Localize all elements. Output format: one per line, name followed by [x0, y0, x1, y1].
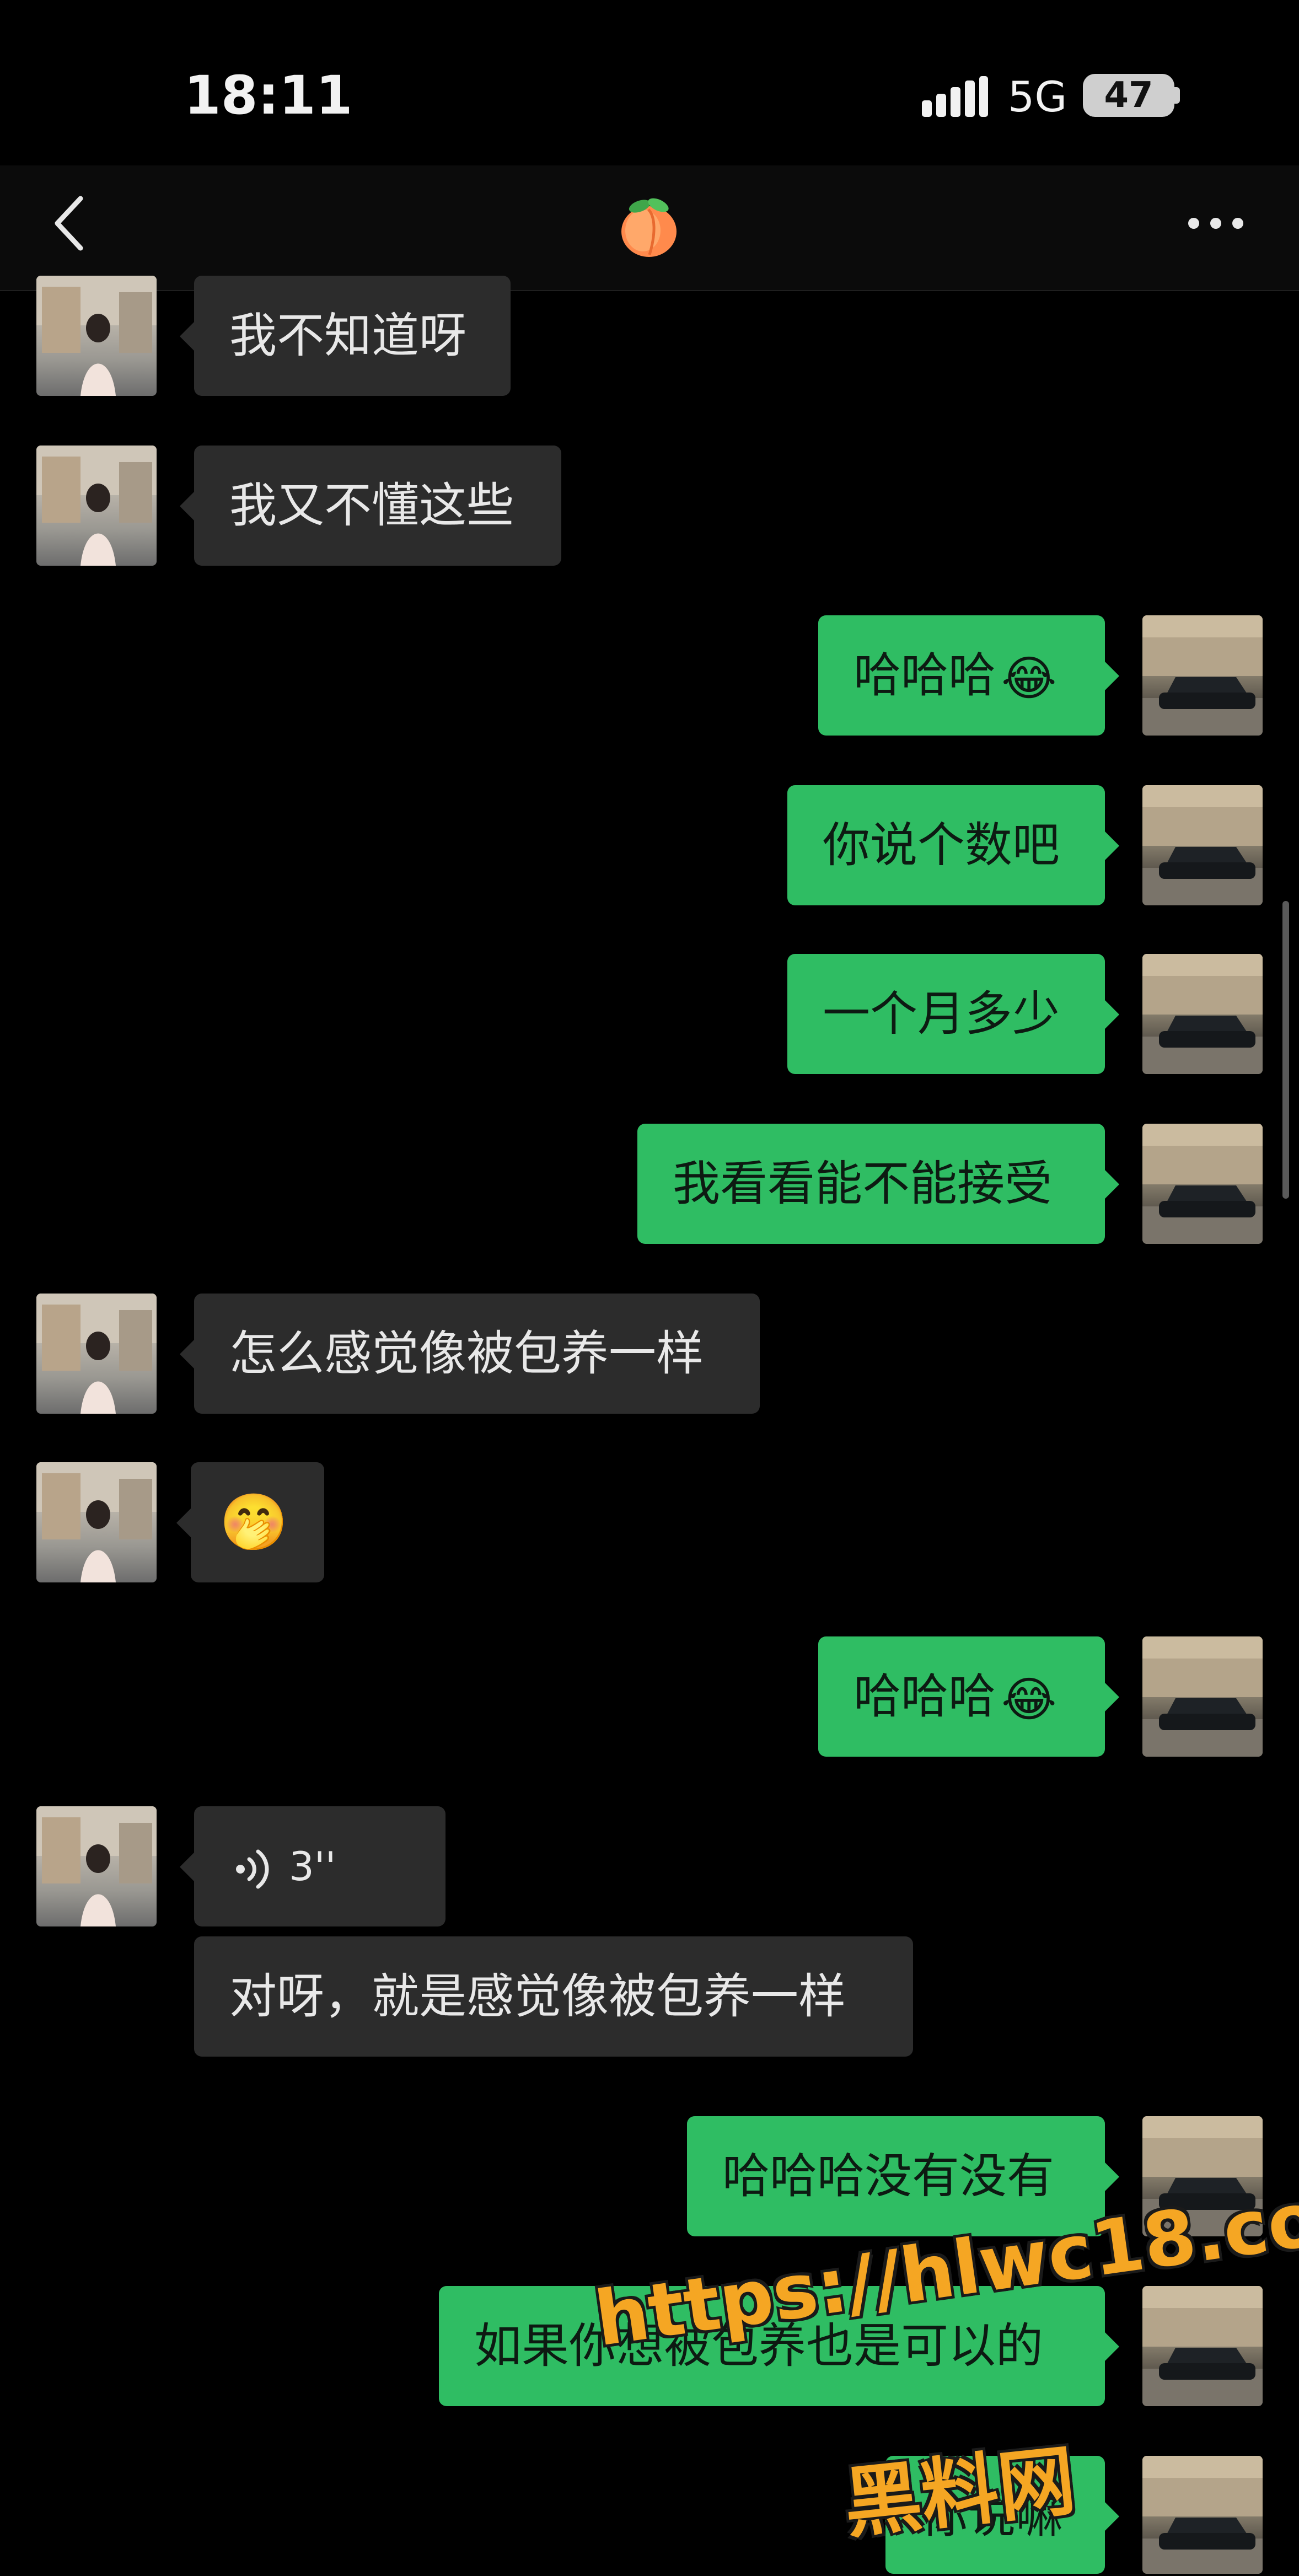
message-text: 哈哈哈 — [854, 1669, 996, 1724]
bubble-tail — [1105, 1170, 1119, 1199]
message-text: 我又不懂这些 — [229, 478, 514, 533]
contact-avatar[interactable] — [36, 1294, 157, 1414]
bubble-tail — [180, 322, 194, 351]
message-text: 哈哈哈没有没有 — [722, 2149, 1054, 2204]
chevron-left-icon[interactable] — [47, 193, 92, 254]
my-avatar[interactable] — [1142, 615, 1263, 736]
message-text: 对呀，就是感觉像被包养一样 — [229, 1969, 846, 2024]
contact-avatar[interactable] — [36, 446, 157, 566]
bubble-tail — [180, 1340, 194, 1368]
battery-tip — [1174, 87, 1180, 104]
message-bubble-incoming[interactable]: 对呀，就是感觉像被包养一样 — [194, 1936, 913, 2057]
scrollbar[interactable] — [1282, 901, 1289, 1199]
message-text: 我看看能不能接受 — [673, 1156, 1052, 1211]
bubble-tail — [1105, 2162, 1119, 2191]
more-dots-icon[interactable] — [1185, 210, 1246, 237]
contact-avatar[interactable] — [36, 276, 157, 396]
message-bubble-incoming[interactable]: 怎么感觉像被包养一样 — [194, 1294, 760, 1414]
my-avatar[interactable] — [1142, 1636, 1263, 1757]
message-bubble-outgoing[interactable]: 哈哈哈 😂 — [818, 615, 1105, 736]
bubble-tail — [1105, 2502, 1119, 2531]
peach-icon — [621, 198, 677, 257]
message-text: 一个月多少 — [823, 986, 1060, 1042]
my-avatar[interactable] — [1142, 2456, 1263, 2574]
message-bubble-incoming[interactable]: 我又不懂这些 — [194, 446, 561, 566]
bubble-tail — [1105, 1000, 1119, 1029]
voice-duration: 3'' — [289, 1843, 336, 1890]
contact-avatar[interactable] — [36, 1806, 157, 1926]
bubble-tail — [180, 1853, 194, 1881]
battery-indicator: 47 — [1083, 74, 1174, 117]
bubble-tail — [180, 492, 194, 520]
bubble-tail — [1105, 2332, 1119, 2361]
message-text: 我不知道呀 — [229, 308, 466, 363]
network-type: 5G — [1008, 72, 1067, 121]
message-text: 你说个数吧 — [823, 818, 1060, 873]
bubble-tail — [176, 1509, 191, 1537]
bubble-tail — [1105, 662, 1119, 690]
status-time: 18:11 — [184, 65, 353, 126]
message-bubble-outgoing[interactable]: 你说个数吧 — [787, 785, 1105, 905]
message-text: 哈哈哈 — [854, 648, 996, 703]
message-bubble-incoming[interactable]: 我不知道呀 — [194, 276, 511, 396]
laughing-tears-emoji: 😂 — [1001, 1672, 1057, 1727]
bubble-tail — [1105, 1683, 1119, 1711]
message-bubble-outgoing[interactable]: 哈哈哈 😂 — [818, 1636, 1105, 1757]
my-avatar[interactable] — [1142, 954, 1263, 1074]
voice-wave-icon — [236, 1849, 269, 1889]
hand-over-mouth-emoji: 🤭 — [219, 1490, 288, 1554]
my-avatar[interactable] — [1142, 2286, 1263, 2406]
laughing-tears-emoji: 😂 — [1001, 651, 1057, 706]
signal-strength-icon — [922, 76, 988, 117]
bubble-tail — [1105, 831, 1119, 860]
message-bubble-outgoing[interactable]: 我看看能不能接受 — [637, 1124, 1105, 1244]
my-avatar[interactable] — [1142, 1124, 1263, 1244]
message-bubble-outgoing[interactable]: 一个月多少 — [787, 954, 1105, 1074]
my-avatar[interactable] — [1142, 785, 1263, 905]
message-bubble-incoming[interactable]: 🤭 — [191, 1462, 324, 1582]
voice-message-bubble[interactable]: 3'' — [194, 1806, 445, 1926]
contact-avatar[interactable] — [36, 1462, 157, 1582]
message-text: 怎么感觉像被包养一样 — [229, 1326, 704, 1381]
